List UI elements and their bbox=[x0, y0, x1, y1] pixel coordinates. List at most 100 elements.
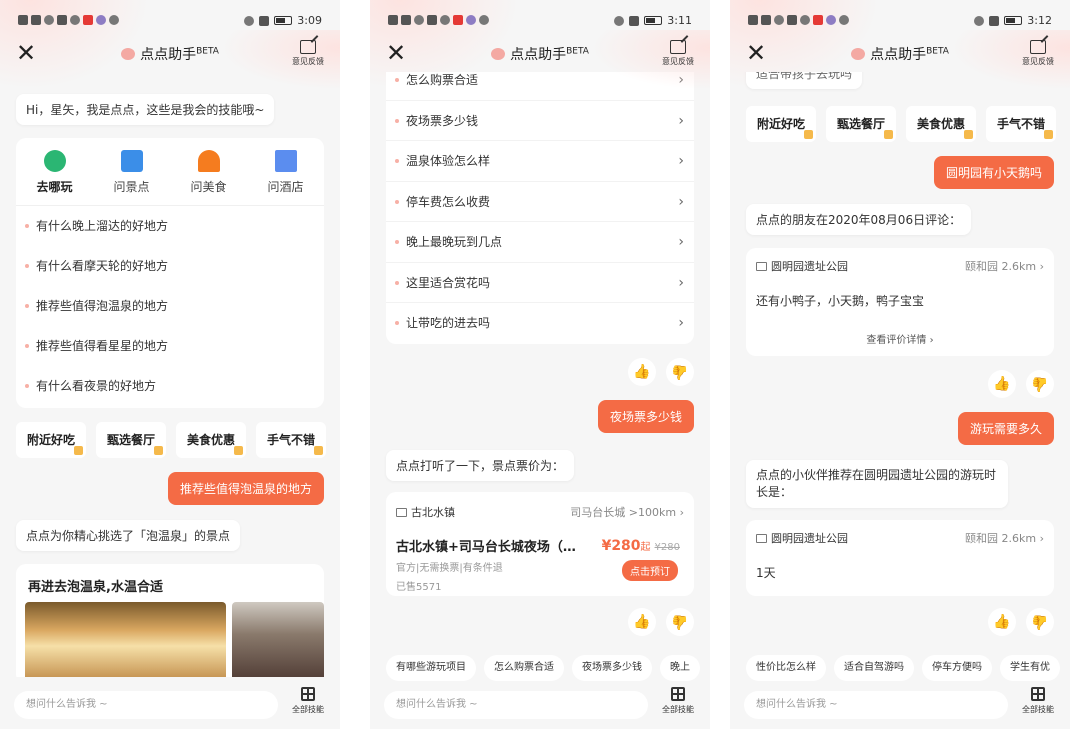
app-icon bbox=[70, 15, 80, 25]
suggestion-chip[interactable]: 晚上 bbox=[660, 655, 700, 681]
tab-attractions[interactable]: 问景点 bbox=[93, 138, 170, 205]
question-row[interactable]: 夜场票多少钱 › bbox=[386, 101, 694, 141]
chip-lucky[interactable]: 手气不错 bbox=[986, 106, 1057, 142]
duration-card[interactable]: 圆明园遗址公园 颐和园 2.6km › 1天 bbox=[746, 520, 1054, 596]
chip-nearby-food[interactable]: 附近好吃 bbox=[746, 106, 817, 142]
all-skills-button[interactable]: 全部技能 bbox=[658, 687, 698, 715]
skills-card: 去哪玩 问景点 问美食 问酒店 有什么晚上溜达的好地方 有什么看摩天轮的好地方 … bbox=[16, 138, 324, 408]
thumb-down-icon[interactable]: 👍 bbox=[666, 358, 694, 386]
logo-icon bbox=[851, 48, 866, 60]
greeting-message: Hi，星矢，我是点点，这些是我会的技能哦~ bbox=[16, 94, 275, 125]
question-row[interactable]: 晚上最晚玩到几点 › bbox=[386, 222, 694, 263]
suggestion-chip[interactable]: 有哪些游玩项目 bbox=[386, 655, 476, 681]
app-icon bbox=[839, 15, 849, 25]
clock: 3:12 bbox=[1027, 14, 1052, 27]
question-item[interactable]: 有什么晚上溜达的好地方 bbox=[16, 206, 324, 246]
question-row[interactable]: 怎么购票合适 › bbox=[386, 72, 694, 101]
wifi-icon bbox=[44, 15, 54, 25]
signal-icon bbox=[31, 15, 41, 25]
question-row[interactable]: 这里适合赏花吗 › bbox=[386, 263, 694, 303]
review-text: 还有小鸭子，小天鹅，鸭子宝宝 bbox=[756, 294, 925, 308]
feedback-button[interactable]: 意见反馈 bbox=[658, 40, 698, 67]
hot-spring-photo[interactable] bbox=[232, 602, 324, 677]
hd-icon bbox=[748, 15, 758, 25]
suggestion-chip[interactable]: 适合自驾游吗 bbox=[834, 655, 914, 681]
chip-food-deals[interactable]: 美食优惠 bbox=[176, 422, 247, 458]
review-card[interactable]: 圆明园遗址公园 颐和园 2.6km › 还有小鸭子，小天鹅，鸭子宝宝 查看评价详… bbox=[746, 248, 1054, 356]
thumb-up-icon[interactable]: 👍 bbox=[628, 358, 656, 386]
badge-icon bbox=[314, 446, 324, 455]
status-bar: 3:12 bbox=[748, 12, 1052, 32]
thumb-down-icon[interactable]: 👍 bbox=[1026, 608, 1054, 636]
app-icon bbox=[57, 15, 67, 25]
clock: 3:09 bbox=[297, 14, 322, 27]
result-images bbox=[25, 602, 324, 677]
question-item[interactable]: 有什么看摩天轮的好地方 bbox=[16, 246, 324, 286]
question-item[interactable]: 有什么看夜景的好地方 bbox=[16, 366, 324, 406]
chip-food-deals[interactable]: 美食优惠 bbox=[906, 106, 977, 142]
suggestion-chip[interactable]: 性价比怎么样 bbox=[746, 655, 826, 681]
vibrate-icon bbox=[989, 15, 1000, 26]
feedback-button[interactable]: 意见反馈 bbox=[288, 40, 328, 67]
hot-spring-photo[interactable] bbox=[25, 602, 227, 677]
grid-icon bbox=[301, 687, 315, 701]
suggestion-chip[interactable]: 夜场票多少钱 bbox=[572, 655, 652, 681]
thumb-down-icon[interactable]: 👍 bbox=[1026, 370, 1054, 398]
review-details-link[interactable]: 查看评价详情 › bbox=[756, 331, 1044, 346]
app-icon bbox=[800, 15, 810, 25]
thumb-up-icon[interactable]: 👍 bbox=[988, 608, 1016, 636]
signal-icon bbox=[401, 15, 411, 25]
duration-header: 圆明园遗址公园 颐和园 2.6km › bbox=[756, 530, 1044, 550]
eye-icon bbox=[614, 15, 625, 26]
clock: 3:11 bbox=[667, 14, 692, 27]
chat-input[interactable]: 想问什么告诉我 ~ bbox=[744, 691, 1008, 719]
question-item[interactable]: 推荐些值得泡温泉的地方 bbox=[16, 286, 324, 326]
chip-lucky[interactable]: 手气不错 bbox=[256, 422, 327, 458]
chevron-right-icon: › bbox=[1039, 260, 1044, 273]
app-icon bbox=[453, 15, 463, 25]
chip-selected-restaurants[interactable]: 甄选餐厅 bbox=[96, 422, 167, 458]
feedback-button[interactable]: 意见反馈 bbox=[1018, 40, 1058, 67]
app-icon bbox=[96, 15, 106, 25]
app-icon bbox=[787, 15, 797, 25]
duration-value: 1天 bbox=[756, 566, 776, 580]
status-icons-left bbox=[18, 15, 119, 25]
app-icon bbox=[440, 15, 450, 25]
logo-icon bbox=[491, 48, 506, 60]
edit-icon bbox=[1030, 40, 1046, 54]
feedback-thumbs: 👍 👍 bbox=[628, 358, 694, 386]
thumb-up-icon[interactable]: 👍 bbox=[628, 608, 656, 636]
quick-chips: 附近好吃 甄选餐厅 美食优惠 手气不错 bbox=[746, 106, 1060, 142]
chevron-right-icon: › bbox=[678, 315, 684, 331]
status-icons-left bbox=[748, 15, 849, 25]
signpost-icon bbox=[120, 150, 143, 172]
tab-where-to-go[interactable]: 去哪玩 bbox=[16, 138, 93, 205]
bot-message-partial: 适合带孩子去玩吗 bbox=[746, 72, 863, 89]
question-row[interactable]: 温泉体验怎么样 › bbox=[386, 141, 694, 182]
feedback-thumbs: 👍 👍 bbox=[988, 370, 1054, 398]
app-icon bbox=[83, 15, 93, 25]
ticket-card[interactable]: 古北水镇 司马台长城 >100km › 古北水镇+司马台长城夜场（… 官方|无需… bbox=[386, 492, 694, 596]
all-skills-button[interactable]: 全部技能 bbox=[288, 687, 328, 715]
chevron-right-icon: › bbox=[678, 72, 684, 88]
suggestion-chip[interactable]: 停车方便吗 bbox=[922, 655, 992, 681]
question-row[interactable]: 让带吃的进去吗 › bbox=[386, 303, 694, 344]
review-distance: 颐和园 2.6km › bbox=[965, 260, 1044, 273]
book-button[interactable]: 点击预订 bbox=[622, 560, 678, 581]
badge-icon bbox=[74, 446, 84, 455]
chip-nearby-food[interactable]: 附近好吃 bbox=[16, 422, 87, 458]
question-row[interactable]: 停车费怎么收费 › bbox=[386, 182, 694, 222]
suggestion-chip[interactable]: 学生有优 bbox=[1000, 655, 1060, 681]
tab-food[interactable]: 问美食 bbox=[170, 138, 247, 205]
suggestion-chip[interactable]: 怎么购票合适 bbox=[484, 655, 564, 681]
question-item[interactable]: 推荐些值得看星星的地方 bbox=[16, 326, 324, 366]
chat-input[interactable]: 想问什么告诉我 ~ bbox=[384, 691, 648, 719]
chip-selected-restaurants[interactable]: 甄选餐厅 bbox=[826, 106, 897, 142]
thumb-up-icon[interactable]: 👍 bbox=[988, 370, 1016, 398]
chat-input[interactable]: 想问什么告诉我 ~ bbox=[14, 691, 278, 719]
badge-icon bbox=[1044, 130, 1054, 139]
thumb-down-icon[interactable]: 👍 bbox=[666, 608, 694, 636]
app-icon bbox=[813, 15, 823, 25]
tab-hotel[interactable]: 问酒店 bbox=[247, 138, 324, 205]
all-skills-button[interactable]: 全部技能 bbox=[1018, 687, 1058, 715]
